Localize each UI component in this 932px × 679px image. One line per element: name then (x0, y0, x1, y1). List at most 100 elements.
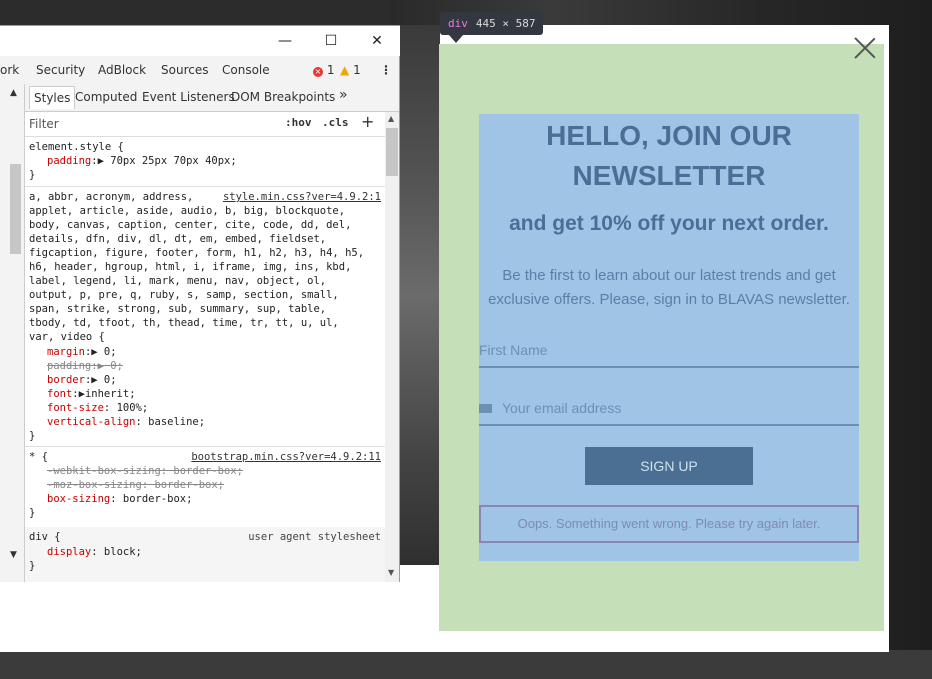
tab-styles[interactable]: Styles (29, 86, 76, 109)
warning-count: 1 (353, 63, 361, 77)
more-tabs-icon[interactable]: » (339, 87, 348, 103)
css-prop-overridden[interactable]: -webkit-box-sizing: border-box; (47, 464, 243, 478)
prop-name: padding (47, 360, 92, 372)
desc-line-1: Be the first to learn about our latest t… (502, 267, 836, 284)
tab-adblock[interactable]: AdBlock (98, 63, 146, 77)
expand-icon[interactable]: ▶ (91, 346, 97, 358)
error-message: Oops. Something went wrong. Please try a… (479, 505, 859, 543)
warning-icon: ▲ (340, 63, 350, 77)
css-prop[interactable]: font-size: 100%; (47, 401, 148, 415)
scroll-down-icon[interactable]: ▼ (388, 568, 394, 577)
styles-scroll-thumb[interactable] (386, 128, 398, 176)
envelope-icon (479, 403, 492, 413)
bootstrap-source-link[interactable]: bootstrap.min.css?ver=4.9.2:11 (191, 450, 381, 464)
element-style-prop[interactable]: padding:▶ 70px 25px 70px 40px; (47, 154, 237, 168)
tab-sources[interactable]: Sources (161, 63, 208, 77)
error-counter[interactable]: × 1 (313, 63, 334, 77)
first-name-field[interactable]: First Name (479, 334, 859, 368)
scroll-down-icon[interactable]: ▼ (10, 550, 17, 560)
expand-icon[interactable]: ▶ (98, 360, 104, 372)
page-footer-bar (0, 650, 932, 679)
hov-toggle[interactable]: :hov (285, 116, 312, 129)
prop-value: baseline; (148, 416, 206, 428)
tab-console[interactable]: Console (222, 63, 270, 77)
tab-security[interactable]: Security (36, 63, 85, 77)
maximize-button[interactable]: ☐ (320, 30, 342, 52)
prop-value: 70px 25px 70px 40px; (103, 155, 237, 167)
rule-close: } (29, 430, 36, 442)
modal-photo-edge (400, 25, 440, 565)
minimize-button[interactable]: — (274, 30, 296, 52)
newsletter-subtitle: and get 10% off your next order. (509, 212, 829, 235)
reset-selector-line[interactable]: tbody, td, tfoot, th, thead, time, tr, t… (29, 316, 339, 330)
css-prop[interactable]: margin:▶ 0; (47, 345, 117, 359)
desc-line-2: exclusive offers. Please, sign in to BLA… (488, 291, 850, 308)
user-agent-label: user agent stylesheet (248, 531, 381, 543)
prop-value: 0; (103, 374, 117, 386)
newsletter-description: Be the first to learn about our latest t… (479, 264, 859, 312)
error-icon: × (313, 67, 323, 77)
expand-icon[interactable]: ▶ (91, 374, 97, 386)
reset-selector-line[interactable]: figcaption, figure, footer, form, h1, h2… (29, 246, 364, 260)
tooltip-dimensions: 445 × 587 (475, 17, 536, 30)
css-prop[interactable]: font:▶inherit; (47, 387, 136, 401)
signup-button[interactable]: SIGN UP (585, 447, 753, 485)
email-placeholder: Your email address (502, 400, 622, 416)
reset-selector-line[interactable]: h6, header, hgroup, html, i, iframe, img… (29, 260, 351, 274)
devtools-tabbar: ork Security AdBlock Sources Console × 1… (0, 56, 399, 85)
first-name-placeholder: First Name (479, 342, 548, 358)
prop-name: box-sizing (47, 493, 111, 505)
prop-value: block; (103, 546, 142, 558)
prop-name: vertical-align (47, 416, 136, 428)
css-prop-overridden[interactable]: -moz-box-sizing: border-box; (47, 478, 224, 492)
prop-name: font-size (47, 402, 104, 414)
newsletter-title: HELLO, JOIN OUR NEWSLETTER (479, 116, 859, 196)
reset-selector-line[interactable]: applet, article, aside, audio, b, big, b… (29, 204, 345, 218)
devtools-window: — ☐ ✕ ork Security AdBlock Sources Conso… (0, 25, 400, 582)
css-prop-overridden[interactable]: padding:▶ 0; (47, 359, 123, 373)
css-prop[interactable]: vertical-align: baseline; (47, 415, 205, 429)
cls-toggle[interactable]: .cls (322, 116, 349, 129)
prop-name: border (47, 374, 85, 386)
kebab-menu-icon[interactable]: ⋮ (380, 63, 392, 77)
prop-value: 0; (103, 346, 117, 358)
reset-selector-line[interactable]: details, dfn, div, dl, dt, em, embed, fi… (29, 232, 326, 246)
filter-input[interactable]: Filter (29, 117, 59, 131)
css-prop[interactable]: box-sizing: border-box; (47, 492, 192, 506)
reset-selector-line[interactable]: a, abbr, acronym, address, (29, 190, 193, 204)
css-prop[interactable]: display: block; (47, 545, 142, 559)
element-style-selector[interactable]: element.style { (29, 140, 124, 154)
css-prop[interactable]: border:▶ 0; (47, 373, 117, 387)
reset-selector-line[interactable]: output, p, pre, q, ruby, s, samp, sectio… (29, 288, 339, 302)
styles-scrollbar[interactable]: ▲ ▼ (385, 112, 399, 582)
tab-dom-breakpoints[interactable]: DOM Breakpoints (231, 90, 335, 104)
reset-selector-line[interactable]: var, video { (29, 330, 105, 344)
tooltip-tag: div (448, 17, 468, 30)
close-icon[interactable] (850, 32, 880, 62)
prop-name: font (47, 388, 73, 400)
left-scroll-thumb[interactable] (10, 164, 21, 254)
reset-source-link[interactable]: style.min.css?ver=4.9.2:1 (223, 190, 381, 204)
tooltip-arrow (449, 35, 463, 43)
reset-selector-line[interactable]: label, legend, li, mark, menu, nav, obje… (29, 274, 326, 288)
scroll-up-icon[interactable]: ▲ (10, 88, 17, 98)
reset-selector-line[interactable]: span, strike, strong, sub, summary, sup,… (29, 302, 326, 316)
div-selector[interactable]: div { (29, 530, 61, 544)
styles-filter-bar: Filter :hov .cls + (25, 112, 385, 137)
email-field[interactable]: Your email address (479, 392, 859, 426)
tab-event-listeners[interactable]: Event Listeners (142, 90, 235, 104)
error-count: 1 (326, 63, 335, 77)
prop-value: inherit; (84, 388, 136, 400)
tab-computed[interactable]: Computed (75, 90, 137, 104)
inspector-tooltip: div 445 × 587 (440, 12, 544, 35)
tab-network[interactable]: ork (0, 63, 19, 77)
close-window-button[interactable]: ✕ (366, 30, 388, 52)
reset-selector-line[interactable]: body, canvas, caption, center, cite, cod… (29, 218, 351, 232)
new-rule-button[interactable]: + (361, 112, 374, 131)
prop-name: margin (47, 346, 85, 358)
star-selector[interactable]: * { (29, 450, 48, 464)
prop-name: display (47, 546, 92, 558)
scroll-up-icon[interactable]: ▲ (388, 114, 394, 123)
devtools-titlebar: — ☐ ✕ (0, 26, 400, 56)
warning-counter[interactable]: ▲ 1 (340, 63, 361, 77)
